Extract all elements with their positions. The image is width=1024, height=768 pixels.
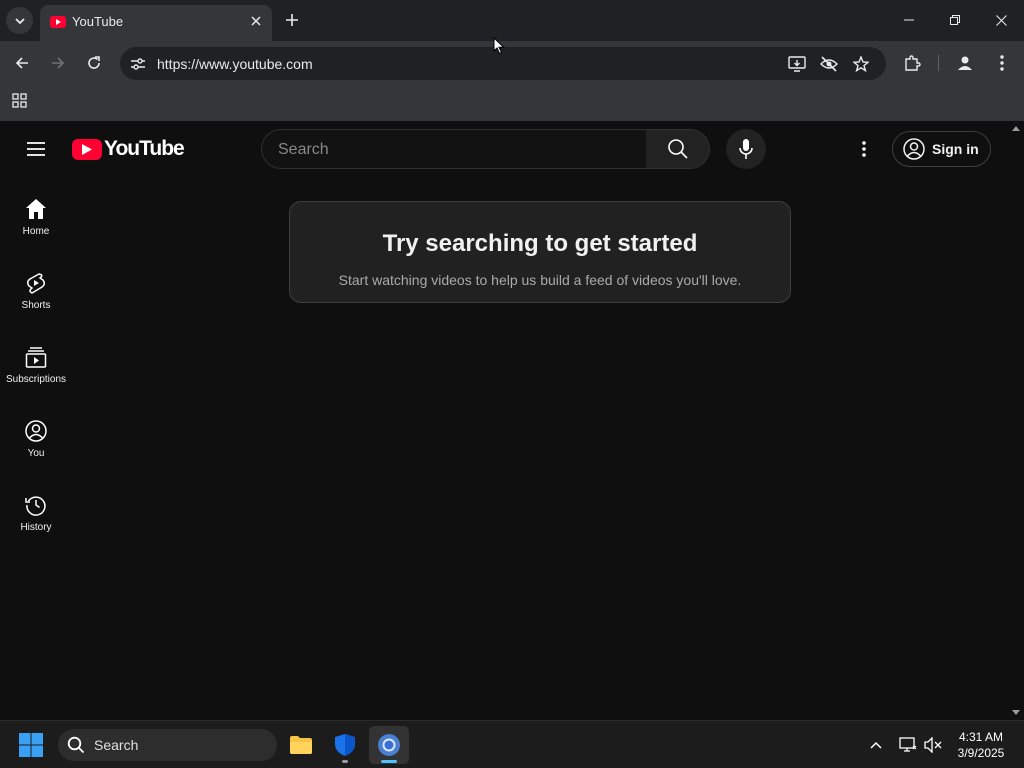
site-info-icon[interactable] [128,54,148,74]
home-icon [24,197,48,221]
reload-button[interactable] [82,51,106,75]
sidebar-item-history[interactable]: History [0,481,72,555]
forward-button[interactable] [46,51,70,75]
browser-menu-button[interactable] [990,51,1014,75]
settings-menu-button[interactable] [852,137,876,161]
minimize-icon [904,19,914,21]
youtube-wordmark: YouTube [104,137,185,160]
guide-menu-button[interactable] [22,135,50,163]
chrome-icon [378,734,400,756]
empty-feed-card: Try searching to get started Start watch… [289,201,791,303]
system-clock[interactable]: 4:31 AM 3/9/2025 [946,729,1016,761]
you-icon [24,419,48,443]
microphone-icon [739,139,753,159]
youtube-logo[interactable]: YouTube [72,137,185,161]
kebab-menu-icon [862,141,866,157]
bookmark-star-icon[interactable] [851,54,871,74]
chevron-down-icon [14,17,25,24]
arrow-left-icon [15,57,28,69]
url-text: https://www.youtube.com [157,56,313,72]
search-icon [67,736,85,754]
search-button[interactable] [646,129,710,169]
account-circle-icon [903,138,925,160]
search-icon [667,139,688,159]
windows-taskbar: Search 4:31 AM 3/9/2025 [0,720,1024,768]
new-tab-button[interactable] [282,10,302,30]
sidebar-item-you[interactable]: You [0,407,72,481]
close-icon [995,14,1007,26]
sidebar-item-home[interactable]: Home [0,185,72,259]
browser-toolbar: https://www.youtube.com [0,41,1024,85]
extensions-button[interactable] [900,51,924,75]
app-active-indicator [381,760,397,763]
sidebar-item-label: Shorts [21,300,51,311]
search-box [261,129,647,169]
eye-off-icon[interactable] [819,54,839,74]
scroll-up-arrow[interactable] [1012,126,1020,131]
minimize-button[interactable] [886,8,932,32]
tray-chevron-up-icon[interactable] [866,735,886,755]
youtube-page: YouTube Sign in Home Shorts [0,121,1024,720]
browser-tab-bar: YouTube [0,0,1024,41]
reload-icon [88,56,100,69]
sidebar-item-label: Subscriptions [5,374,67,385]
mouse-cursor-icon [493,37,505,55]
folder-icon [290,736,312,754]
plus-icon [286,14,298,26]
file-explorer-button[interactable] [281,726,321,764]
network-icon[interactable] [898,735,918,755]
search-input[interactable] [278,139,628,161]
sign-in-label: Sign in [932,141,979,157]
back-button[interactable] [10,51,34,75]
sidebar-item-label: Home [22,226,50,237]
tab-search-button[interactable] [6,7,33,34]
shield-icon [335,734,355,756]
profile-button[interactable] [953,51,977,75]
profile-icon [958,56,972,70]
bookmarks-bar [0,85,1024,121]
sign-in-button[interactable]: Sign in [892,131,991,167]
windows-security-button[interactable] [325,726,365,764]
taskbar-search-label: Search [94,737,139,753]
browser-tab-youtube[interactable]: YouTube [40,5,272,41]
restore-icon [950,15,960,25]
windows-start-icon[interactable] [18,732,44,758]
scroll-down-arrow[interactable] [1012,710,1020,715]
apps-grid-icon[interactable] [11,92,29,110]
youtube-play-icon [72,138,102,160]
history-icon [24,493,48,517]
clock-time: 4:31 AM [958,730,1004,744]
arrow-right-icon [52,57,65,69]
install-app-icon[interactable] [787,54,807,74]
taskbar-search[interactable]: Search [58,729,277,761]
restore-button[interactable] [932,8,978,32]
sidebar-item-subscriptions[interactable]: Subscriptions [0,333,72,407]
toolbar-divider [938,55,939,71]
youtube-favicon-icon [50,16,66,28]
empty-feed-title: Try searching to get started [382,230,698,257]
subscriptions-icon [24,345,48,369]
clock-date: 3/9/2025 [957,746,1005,760]
sidebar-item-shorts[interactable]: Shorts [0,259,72,333]
app-running-indicator [342,760,348,763]
close-window-button[interactable] [978,8,1024,32]
puzzle-icon [905,55,921,71]
sidebar-item-label: You [27,448,45,459]
hamburger-icon [27,142,45,156]
shorts-icon [24,271,48,295]
speaker-muted-icon[interactable] [923,735,943,755]
voice-search-button[interactable] [726,129,766,169]
empty-feed-subtitle: Start watching videos to help us build a… [338,272,742,288]
tab-title: YouTube [72,14,124,29]
chrome-taskbar-button[interactable] [369,726,409,764]
kebab-menu-icon [1000,55,1004,71]
close-tab-icon[interactable] [248,13,264,29]
sidebar-item-label: History [20,522,52,533]
